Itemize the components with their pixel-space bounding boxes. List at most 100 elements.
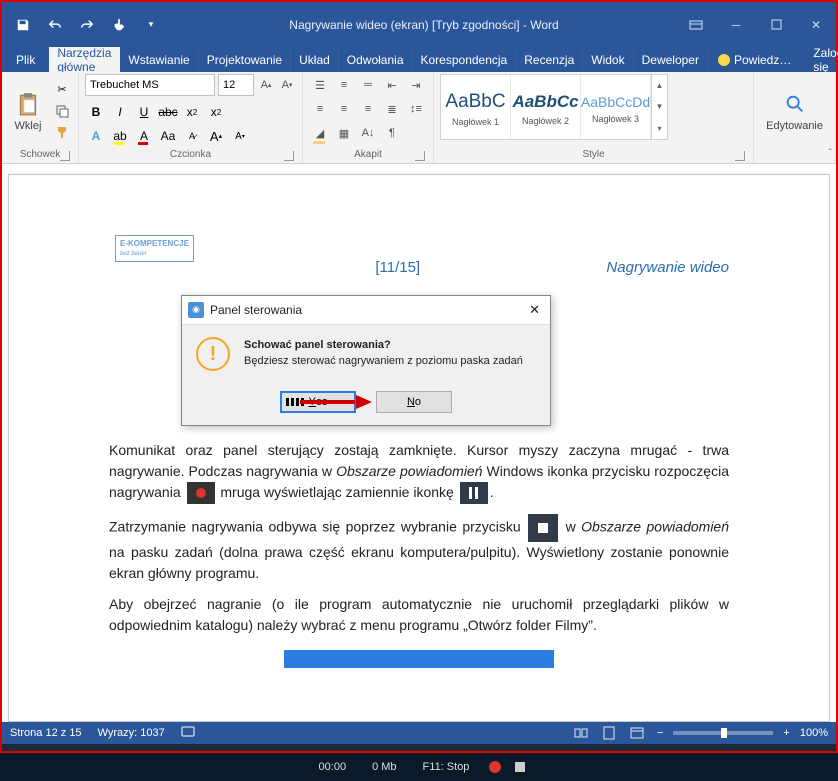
window-title: Nagrywanie wideo (ekran) [Tryb zgodności…	[172, 18, 676, 32]
bullets-icon[interactable]: ☰	[309, 74, 331, 96]
increase-indent-icon[interactable]: ⇥	[405, 74, 427, 96]
styles-expand-icon[interactable]: ▾	[652, 118, 667, 139]
paragraph-launcher-icon[interactable]	[415, 151, 425, 161]
redo-icon[interactable]	[74, 12, 100, 38]
undo-icon[interactable]	[42, 12, 68, 38]
superscript-button[interactable]: x2	[205, 101, 227, 123]
style-heading1[interactable]: AaBbC Nagłówek 1	[441, 75, 511, 139]
styles-launcher-icon[interactable]	[735, 151, 745, 161]
paste-label: Wklej	[15, 120, 42, 132]
status-language-icon[interactable]	[181, 726, 195, 741]
align-right-icon[interactable]: ≡	[357, 98, 379, 120]
format-painter-icon[interactable]	[52, 123, 72, 141]
font-launcher-icon[interactable]	[284, 151, 294, 161]
tell-me[interactable]: Powiedz…	[708, 47, 801, 72]
numbering-icon[interactable]: ≡	[333, 74, 355, 96]
print-layout-icon[interactable]	[599, 725, 619, 741]
style-heading3[interactable]: AaBbCcDd Nagłówek 3	[581, 75, 651, 139]
shrink-font-icon[interactable]: A▾	[278, 75, 296, 95]
grow-font-icon[interactable]: A▴	[257, 75, 275, 95]
cut-icon[interactable]: ✂	[52, 81, 72, 99]
borders-icon[interactable]: ▦	[333, 122, 355, 144]
taskbar-record-icon[interactable]	[489, 761, 501, 773]
tab-mailings[interactable]: Korespondencja	[413, 47, 517, 72]
justify-icon[interactable]: ≣	[381, 98, 403, 120]
sort-icon[interactable]: A↓	[357, 122, 379, 144]
style1-preview: AaBbC	[445, 87, 505, 117]
style1-name: Nagłówek 1	[452, 117, 499, 127]
multilevel-icon[interactable]: ═	[357, 74, 379, 96]
clear-formatting-icon[interactable]: A̷	[181, 125, 203, 147]
sign-in[interactable]: Zaloguj się	[801, 47, 838, 72]
font-label: Czcionka	[85, 147, 296, 163]
styles-scroll-down-icon[interactable]: ▼	[652, 96, 667, 117]
para-extra-icon[interactable]	[405, 122, 427, 144]
styles-scroll-up-icon[interactable]: ▲	[652, 75, 667, 96]
line-spacing-icon[interactable]: ↕≡	[405, 98, 427, 120]
touch-mode-icon[interactable]	[106, 12, 132, 38]
show-marks-icon[interactable]: ¶	[381, 122, 403, 144]
shading-icon[interactable]: ◢	[309, 122, 331, 144]
tab-design[interactable]: Projektowanie	[199, 47, 291, 72]
zoom-slider[interactable]	[673, 731, 773, 735]
zoom-level[interactable]: 100%	[800, 727, 828, 739]
bold-button[interactable]: B	[85, 101, 107, 123]
qat-customize-icon[interactable]: ▾	[138, 12, 164, 38]
tab-developer[interactable]: Deweloper	[634, 47, 708, 72]
style-heading2[interactable]: AaBbCc Nagłówek 2	[511, 75, 581, 139]
maximize-icon[interactable]	[756, 10, 796, 40]
web-layout-icon[interactable]	[627, 725, 647, 741]
clipboard-label: Schowek	[8, 147, 72, 163]
taskbar-stop-icon[interactable]	[515, 762, 525, 772]
tab-file[interactable]: Plik	[2, 47, 49, 72]
zoom-in-icon[interactable]: +	[781, 727, 791, 739]
tab-references[interactable]: Odwołania	[339, 47, 413, 72]
tab-view[interactable]: Widok	[583, 47, 633, 72]
logo-sub: bez barier	[120, 250, 189, 259]
clipboard-launcher-icon[interactable]	[60, 151, 70, 161]
minimize-icon[interactable]: ─	[716, 10, 756, 40]
paste-button[interactable]: Wklej	[8, 74, 48, 147]
strikethrough-button[interactable]: abc	[157, 101, 179, 123]
align-center-icon[interactable]: ≡	[333, 98, 355, 120]
find-button[interactable]: Edytowanie	[760, 74, 829, 147]
font-size-input[interactable]	[218, 74, 254, 96]
group-font: A▴ A▾ B I U abc x2 x2 A ab A Aa A̷	[79, 72, 303, 163]
ribbon: Wklej ✂ Schowek A▴ A▾ B	[2, 72, 836, 164]
ribbon-display-icon[interactable]	[676, 10, 716, 40]
tab-review[interactable]: Recenzja	[516, 47, 583, 72]
text-effects-icon[interactable]: A	[85, 125, 107, 147]
close-icon[interactable]: ✕	[796, 10, 836, 40]
tab-home-label: Narzędzia główne	[57, 46, 111, 74]
italic-button[interactable]: I	[109, 101, 131, 123]
status-page[interactable]: Strona 12 z 15	[10, 727, 82, 739]
no-button[interactable]: No	[376, 391, 452, 413]
dialog-close-icon[interactable]: ✕	[525, 300, 544, 320]
zoom-out-icon[interactable]: −	[655, 727, 665, 739]
save-icon[interactable]	[10, 12, 36, 38]
highlight-icon[interactable]: ab	[109, 125, 131, 147]
copy-icon[interactable]	[52, 102, 72, 120]
underline-button[interactable]: U	[133, 101, 155, 123]
document-area[interactable]: E-KOMPETENCJE bez barier [11/15] Nagrywa…	[2, 164, 836, 722]
control-panel-dialog: ◉ Panel sterowania ✕ ! Schować panel ste…	[181, 295, 551, 426]
blue-highlight	[284, 650, 554, 668]
title-bar: ▾ Nagrywanie wideo (ekran) [Tryb zgodnoś…	[2, 2, 836, 47]
dialog-line1: Schować panel sterowania?	[244, 337, 523, 354]
status-words[interactable]: Wyrazy: 1037	[98, 727, 165, 739]
shrink-font-2-icon[interactable]: A▾	[229, 125, 251, 147]
group-clipboard: Wklej ✂ Schowek	[2, 72, 79, 163]
font-name-input[interactable]	[85, 74, 215, 96]
paragraph-1: Komunikat oraz panel sterujący zostają z…	[109, 440, 729, 504]
read-mode-icon[interactable]	[571, 725, 591, 741]
subscript-button[interactable]: x2	[181, 101, 203, 123]
collapse-ribbon-icon[interactable]: ˆ	[829, 148, 832, 159]
tab-insert[interactable]: Wstawianie	[120, 47, 198, 72]
decrease-indent-icon[interactable]: ⇤	[381, 74, 403, 96]
change-case-icon[interactable]: Aa	[157, 125, 179, 147]
align-left-icon[interactable]: ≡	[309, 98, 331, 120]
grow-font-2-icon[interactable]: A▴	[205, 125, 227, 147]
tab-home[interactable]: Narzędzia główne	[49, 47, 120, 72]
tab-layout[interactable]: Układ	[291, 47, 339, 72]
font-color-icon[interactable]: A	[133, 125, 155, 147]
